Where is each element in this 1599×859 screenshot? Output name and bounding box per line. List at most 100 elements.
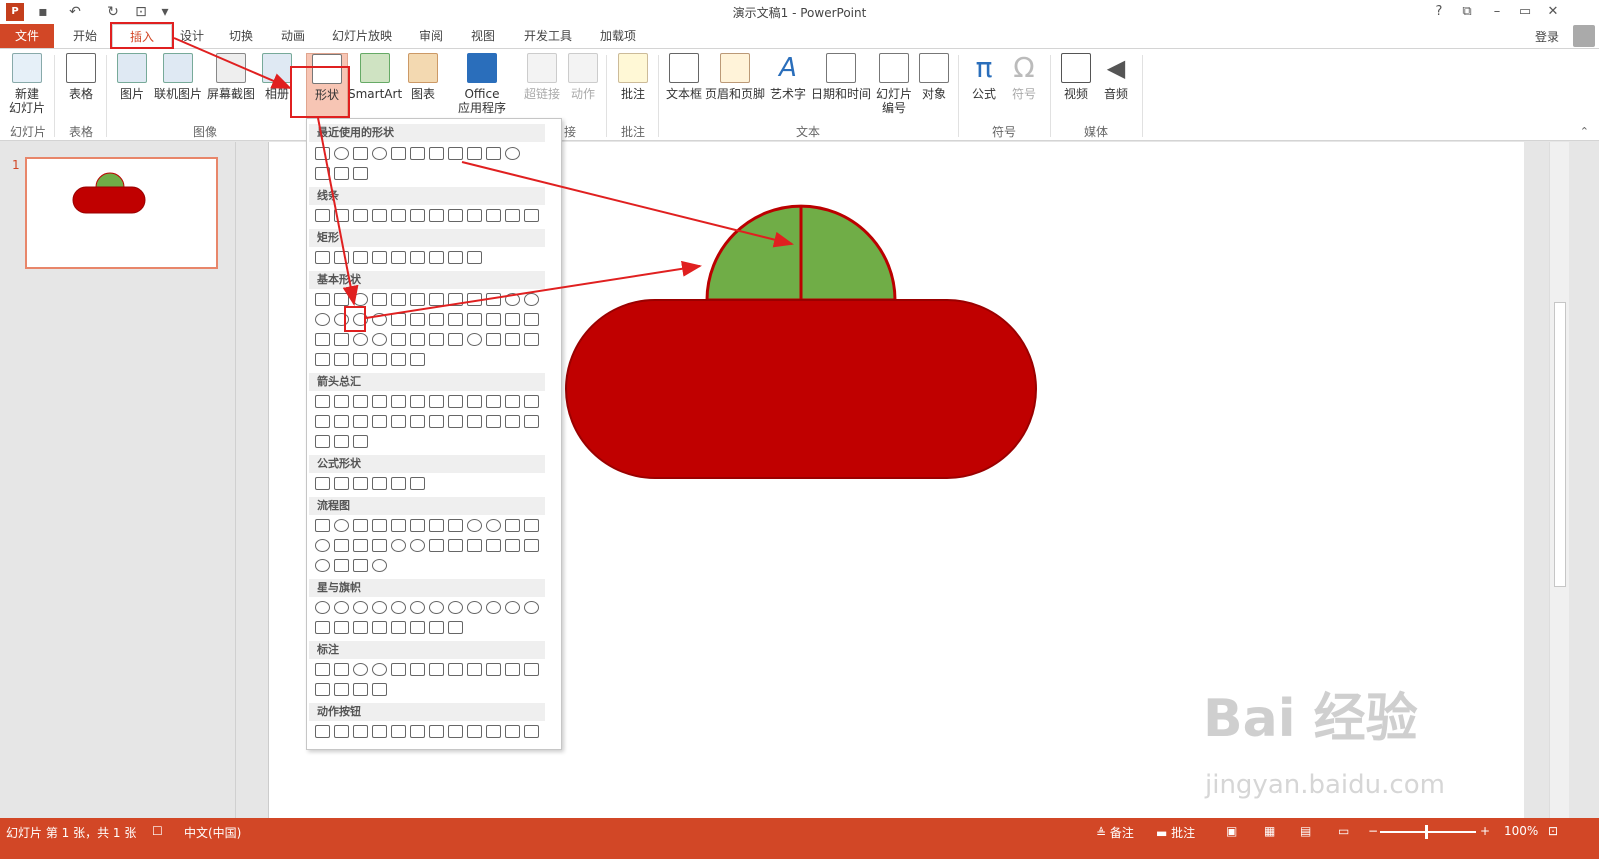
- maximize-button[interactable]: ▭: [1514, 2, 1536, 22]
- comment-button[interactable]: 批注: [614, 53, 652, 119]
- wordart-icon: A: [773, 53, 803, 83]
- notes-button[interactable]: ≜ 备注: [1096, 824, 1134, 841]
- object-button[interactable]: 对象: [916, 53, 952, 119]
- group-separator: [106, 55, 107, 137]
- equation-button[interactable]: π 公式: [966, 53, 1002, 119]
- category-rectangles: 矩形: [309, 229, 545, 247]
- shape-row-stars-2[interactable]: [315, 621, 467, 637]
- shape-row-callouts-1[interactable]: [315, 663, 543, 679]
- category-stars-banners: 星与旗帜: [309, 579, 545, 597]
- shape-row-recent-2[interactable]: [315, 167, 372, 183]
- ribbon: 新建 幻灯片 表格 图片 联机图片 屏幕截图 相册 形状 SmartArt 图表…: [0, 48, 1599, 141]
- window-title: 演示文稿1 - PowerPoint: [732, 6, 867, 20]
- shape-row-recent[interactable]: [315, 147, 524, 163]
- smartart-button[interactable]: SmartArt: [348, 53, 402, 119]
- header-footer-button[interactable]: 页眉和页脚: [704, 53, 766, 119]
- wordart-button[interactable]: A 艺术字: [768, 53, 808, 119]
- group-separator: [1050, 55, 1051, 137]
- shape-row-arrows-3[interactable]: [315, 435, 372, 451]
- tab-view[interactable]: 视图: [462, 24, 504, 48]
- tab-home[interactable]: 开始: [62, 24, 108, 48]
- photo-album-icon: [262, 53, 292, 83]
- date-time-button[interactable]: 日期和时间: [810, 53, 872, 119]
- slide-sorter-icon[interactable]: ▦: [1264, 824, 1275, 838]
- photo-album-button[interactable]: 相册: [260, 53, 294, 119]
- zoom-slider[interactable]: [1380, 831, 1476, 833]
- video-button[interactable]: 视频: [1058, 53, 1094, 119]
- shape-row-flowchart-3[interactable]: [315, 559, 391, 575]
- shape-row-lines[interactable]: [315, 209, 543, 225]
- status-bar: 幻灯片 第 1 张，共 1 张 ☐ 中文(中国) ≜ 备注 ▬ 批注 ▣ ▦ ▤…: [0, 818, 1599, 859]
- reading-view-icon[interactable]: ▤: [1300, 824, 1311, 838]
- category-flowchart: 流程图: [309, 497, 545, 515]
- shape-row-flowchart-2[interactable]: [315, 539, 543, 555]
- audio-button[interactable]: ◀ 音频: [1098, 53, 1134, 119]
- shape-row-basic-4[interactable]: [315, 353, 429, 369]
- minimize-button[interactable]: –: [1486, 2, 1508, 22]
- new-slide-button[interactable]: 新建 幻灯片: [4, 53, 50, 119]
- close-button[interactable]: ✕: [1542, 2, 1564, 22]
- vertical-scrollbar[interactable]: [1549, 142, 1569, 818]
- textbox-button[interactable]: 文本框: [664, 53, 704, 119]
- omega-icon: Ω: [1013, 51, 1035, 84]
- language-status[interactable]: 中文(中国): [184, 824, 241, 841]
- picture-button[interactable]: 图片: [112, 53, 152, 119]
- tab-slideshow[interactable]: 幻灯片放映: [326, 24, 398, 48]
- calendar-icon: [826, 53, 856, 83]
- shape-row-callouts-2[interactable]: [315, 683, 391, 699]
- group-separator: [958, 55, 959, 137]
- avatar[interactable]: [1573, 25, 1595, 47]
- office-apps-button[interactable]: Office 应用程序: [452, 53, 512, 119]
- shape-row-flowchart-1[interactable]: [315, 519, 543, 535]
- category-block-arrows: 箭头总汇: [309, 373, 545, 391]
- zoom-slider-thumb[interactable]: [1425, 825, 1428, 839]
- group-label-links: 接: [563, 125, 576, 139]
- red-rounded-rectangle[interactable]: [565, 299, 1037, 479]
- tab-design[interactable]: 设计: [172, 24, 212, 48]
- comment-icon: [618, 53, 648, 83]
- screenshot-button[interactable]: 屏幕截图: [204, 53, 258, 119]
- tab-addins[interactable]: 加载项: [592, 24, 644, 48]
- spellcheck-icon[interactable]: ☐: [152, 824, 163, 838]
- tab-transitions[interactable]: 切换: [220, 24, 262, 48]
- shape-row-arrows-1[interactable]: [315, 395, 543, 411]
- slide-number-button[interactable]: 幻灯片 编号: [872, 53, 916, 119]
- sign-in-link[interactable]: 登录: [1535, 28, 1559, 45]
- scrollbar-thumb[interactable]: [1554, 302, 1566, 587]
- shape-row-equation[interactable]: [315, 477, 429, 493]
- zoom-out-button[interactable]: −: [1368, 824, 1378, 838]
- tab-developer[interactable]: 开发工具: [516, 24, 580, 48]
- tab-review[interactable]: 审阅: [410, 24, 452, 48]
- chart-icon: [408, 53, 438, 83]
- picture-icon: [117, 53, 147, 83]
- normal-view-icon[interactable]: ▣: [1226, 824, 1237, 838]
- fit-slide-icon[interactable]: ⊡: [1548, 824, 1558, 838]
- ribbon-tabs: 文件 开始 插入 设计 切换 动画 幻灯片放映 审阅 视图 开发工具 加载项 登…: [0, 24, 1599, 48]
- action-button[interactable]: 动作: [566, 53, 600, 119]
- hyperlink-button[interactable]: 超链接: [520, 53, 564, 119]
- zoom-in-button[interactable]: +: [1480, 824, 1490, 838]
- tab-file[interactable]: 文件: [0, 24, 54, 48]
- textbox-icon: [669, 53, 699, 83]
- table-icon: [66, 53, 96, 83]
- shape-row-basic-3[interactable]: [315, 333, 543, 349]
- category-recent: 最近使用的形状: [309, 124, 545, 142]
- shape-row-stars-1[interactable]: [315, 601, 543, 617]
- symbol-button[interactable]: Ω 符号: [1006, 53, 1042, 119]
- help-button[interactable]: ?: [1428, 2, 1450, 22]
- slide-thumbnail[interactable]: [25, 157, 218, 269]
- ribbon-display-button[interactable]: ⧉: [1456, 2, 1478, 22]
- online-pictures-button[interactable]: 联机图片: [152, 53, 204, 119]
- tab-animations[interactable]: 动画: [272, 24, 314, 48]
- shape-row-arrows-2[interactable]: [315, 415, 543, 431]
- chart-button[interactable]: 图表: [404, 53, 442, 119]
- shape-row-action-buttons[interactable]: [315, 725, 543, 741]
- collapse-ribbon-icon[interactable]: ⌃: [1580, 125, 1589, 138]
- object-icon: [919, 53, 949, 83]
- comments-button[interactable]: ▬ 批注: [1156, 824, 1195, 841]
- slideshow-view-icon[interactable]: ▭: [1338, 824, 1349, 838]
- shape-row-rectangles[interactable]: [315, 251, 486, 267]
- zoom-level[interactable]: 100%: [1504, 824, 1538, 838]
- category-equation-shapes: 公式形状: [309, 455, 545, 473]
- table-button[interactable]: 表格: [60, 53, 102, 119]
